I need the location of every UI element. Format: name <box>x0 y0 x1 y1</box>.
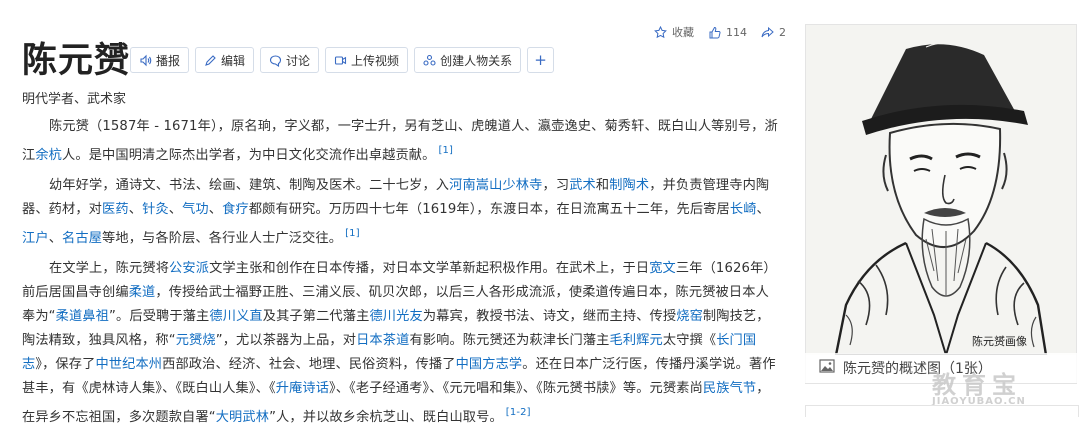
link-national-integrity[interactable]: 民族气节 <box>703 381 756 396</box>
link-shaolin[interactable]: 河南嵩山少林寺 <box>449 178 542 193</box>
collect-label: 收藏 <box>672 26 694 39</box>
link-nagoya[interactable]: 名古屋 <box>62 231 102 246</box>
text: 、 <box>208 202 223 217</box>
page-title: 陈元赟 <box>22 41 131 81</box>
image-icon <box>819 359 835 377</box>
text: 太守撰《 <box>662 333 717 348</box>
text: 有影响。陈元赟还为萩津长门藩主 <box>409 333 610 348</box>
link-medicine[interactable]: 医药 <box>102 202 129 217</box>
paragraph-achievements: 在文学上，陈元赟将公安派文学主张和创作在日本传播，对日本文学革新起积极作用。在武… <box>22 257 778 430</box>
text: 西部政治、经济、社会、地理、民俗资料，传播了 <box>162 357 456 372</box>
summary-image[interactable]: 陈元赟画像 <box>805 24 1077 384</box>
speaker-icon <box>139 54 152 67</box>
add-button[interactable]: + <box>527 47 555 73</box>
create-relation-label: 创建人物关系 <box>440 53 513 68</box>
text: 》、《老子经通考》、《元元唱和集》、《陈元赟书牍》等。元赟素尚 <box>329 381 703 396</box>
link-genpin-ware[interactable]: 元赟烧 <box>176 333 216 348</box>
text: 、 <box>48 231 63 246</box>
text: ”人，并以故乡余杭芝山、既白山取号。 <box>269 410 503 425</box>
link-gongan-school[interactable]: 公安派 <box>169 261 209 276</box>
link-pottery[interactable]: 制陶术 <box>609 178 649 193</box>
text: ”。后受聘于藩主 <box>109 309 210 324</box>
play-button[interactable]: 播报 <box>130 47 190 73</box>
text: 、 <box>128 202 143 217</box>
thumb-up-icon <box>709 26 721 38</box>
like-button[interactable]: 114 <box>708 26 747 39</box>
text: 等地，与各阶层、各行业人士广泛交往。 <box>102 231 343 246</box>
link-chinese-gazetteer[interactable]: 中国方志学 <box>456 357 523 372</box>
like-count: 114 <box>726 25 747 39</box>
link-tokugawa-mitsutomo[interactable]: 德川光友 <box>369 309 422 324</box>
link-mori-terumoto[interactable]: 毛利辉元 <box>610 333 663 348</box>
text: 及其子第二代藩主 <box>262 309 370 324</box>
video-icon <box>334 54 347 67</box>
toolbar: 播报 编辑 讨论 上传视频 创建人物关系 + <box>130 47 555 73</box>
link-kiln[interactable]: 烧窑 <box>676 309 703 324</box>
link-edo[interactable]: 江户 <box>22 231 49 246</box>
text: 、 <box>756 202 770 217</box>
text: 》，保存了 <box>35 357 96 372</box>
text: 、 <box>168 202 183 217</box>
watermark-cn: 教育宝 <box>932 371 1022 399</box>
link-nagasaki[interactable]: 长崎 <box>730 202 757 217</box>
share-count: 2 <box>779 25 786 39</box>
next-section-border <box>805 405 1079 417</box>
share-button[interactable]: 2 <box>761 26 786 39</box>
text: 幼年好学，通诗文、书法、绘画、建筑、制陶及医术。二十七岁，入 <box>49 178 450 193</box>
text: 文学主张和创作在日本传播，对日本文学革新起积极作用。在武术上，于日 <box>209 261 650 276</box>
star-icon <box>654 25 667 38</box>
link-sheng-an-poetry[interactable]: 升庵诗话 <box>276 381 329 396</box>
link-kanbun[interactable]: 宽文 <box>649 261 676 276</box>
text: 和 <box>595 178 610 193</box>
link-wushu[interactable]: 武术 <box>569 178 596 193</box>
pencil-icon <box>204 54 217 67</box>
text: ，习 <box>542 178 570 193</box>
create-relation-button[interactable]: 创建人物关系 <box>414 47 522 73</box>
text: 都颇有研究。万历四十七年（1619年），东渡日本，在日流寓五十二年，先后寄居 <box>248 202 730 217</box>
upload-video-label: 上传视频 <box>351 53 400 68</box>
link-yuhang[interactable]: 余杭 <box>35 148 62 163</box>
paragraph-intro: 陈元赟（1587年 - 1671年），原名珦，字义都，一字士升，另有芝山、虎魄道… <box>22 115 778 168</box>
chat-icon <box>269 54 282 67</box>
entry-actions: 收藏 114 2 <box>654 24 800 40</box>
link-daming-wulin[interactable]: 大明武林 <box>216 410 269 425</box>
text: 在文学上，陈元赟将 <box>49 261 170 276</box>
text: ”，尤以茶器为上品，对 <box>215 333 357 348</box>
link-tokugawa-yoshinao[interactable]: 德川义直 <box>209 309 262 324</box>
entry-subtitle: 明代学者、武术家 <box>22 92 127 107</box>
reference-link[interactable]: [1-2] <box>506 407 531 418</box>
share-icon <box>761 26 774 37</box>
reference-link[interactable]: [1] <box>438 145 453 156</box>
play-label: 播报 <box>156 53 181 68</box>
text: 为幕宾，教授书法、诗文，继而主持、传授 <box>422 309 677 324</box>
link-acupuncture[interactable]: 针灸 <box>142 202 169 217</box>
link-judo[interactable]: 柔道 <box>129 285 156 300</box>
collect-button[interactable]: 收藏 <box>654 24 694 40</box>
link-medieval-honshu[interactable]: 中世纪本州 <box>95 357 162 372</box>
link-tea-ceremony[interactable]: 日本茶道 <box>356 333 409 348</box>
reference-link[interactable]: [1] <box>345 228 360 239</box>
discuss-label: 讨论 <box>286 53 311 68</box>
link-judo-founder[interactable]: 柔道鼻祖 <box>56 309 109 324</box>
watermark: 教育宝 JIAOYUBAO.CN <box>932 365 1026 407</box>
upload-video-button[interactable]: 上传视频 <box>325 47 409 73</box>
people-icon <box>423 54 436 67</box>
text: 人。是中国明清之际杰出学者，为中日文化交流作出卓越贡献。 <box>62 148 436 163</box>
paragraph-youth: 幼年好学，通诗文、书法、绘画、建筑、制陶及医术。二十七岁，入河南嵩山少林寺，习武… <box>22 174 778 251</box>
link-qigong[interactable]: 气功 <box>182 202 209 217</box>
portrait-drawing: 陈元赟画像 <box>806 25 1076 357</box>
edit-button[interactable]: 编辑 <box>195 47 255 73</box>
portrait-caption: 陈元赟画像 <box>972 334 1027 348</box>
discuss-button[interactable]: 讨论 <box>260 47 320 73</box>
edit-label: 编辑 <box>221 53 246 68</box>
link-diet-therapy[interactable]: 食疗 <box>222 202 249 217</box>
